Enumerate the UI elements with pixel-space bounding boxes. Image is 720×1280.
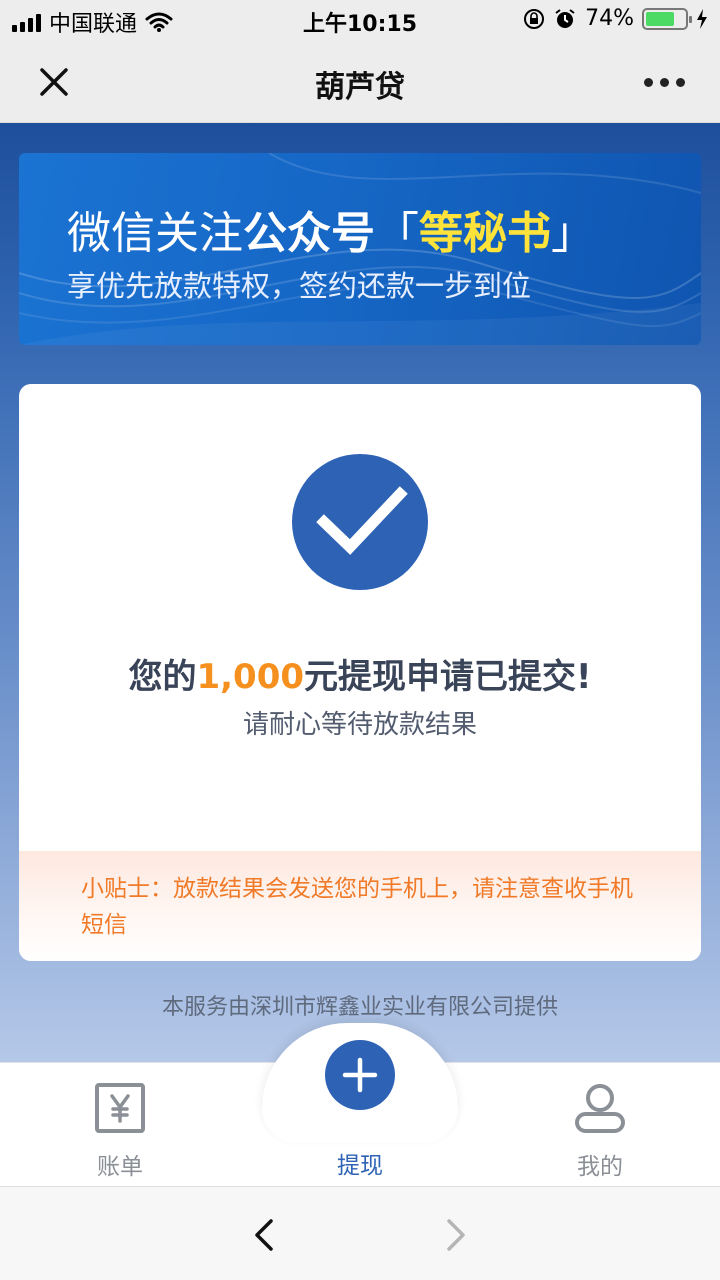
page-title: 葫芦贷 [315, 70, 405, 105]
status-right: 74% [523, 6, 708, 31]
banner-subline: 享优先放款特权，签约还款一步到位 [67, 269, 532, 303]
service-provider-credit: 本服务由深圳市辉鑫业实业有限公司提供 [161, 995, 558, 1020]
screen: 中国联通 上午10:15 74% 葫芦贷 微信关注公众号「等秘书」 享优先放款特… [0, 0, 720, 1280]
user-icon [575, 1084, 625, 1133]
battery-percent: 74% [585, 6, 634, 31]
tip-box: 小贴士：放款结果会发送您的手机上，请注意查收手机短信 [19, 851, 701, 961]
result-title-prefix: 您的 [128, 657, 197, 697]
tab-withdraw[interactable]: 提现 [290, 1040, 430, 1186]
bill-yen-icon [95, 1083, 145, 1133]
withdraw-amount: 1,000 [196, 657, 305, 697]
success-check-icon [292, 454, 428, 590]
banner-bracket-open: 「 [375, 208, 419, 259]
nav-bar: 葫芦贷 [0, 40, 720, 123]
result-card: 您的1,000元提现申请已提交! 请耐心等待放款结果 小贴士：放款结果会发送您的… [19, 384, 701, 961]
rotation-lock-icon [524, 8, 545, 29]
tab-mine[interactable]: 我的 [530, 1063, 670, 1187]
banner-bracket-close: 」 [551, 208, 595, 259]
banner-account-name: 等秘书 [419, 208, 551, 259]
banner-prefix: 微信关注 [67, 208, 243, 259]
browser-toolbar [0, 1186, 720, 1280]
battery-icon [642, 7, 692, 30]
status-bar: 中国联通 上午10:15 74% [0, 0, 720, 40]
more-dots-icon[interactable] [644, 70, 692, 94]
tab-bills-label: 账单 [97, 1154, 143, 1180]
alarm-icon [555, 8, 575, 28]
tab-withdraw-label: 提现 [337, 1153, 383, 1179]
promo-banner[interactable]: 微信关注公众号「等秘书」 享优先放款特权，签约还款一步到位 [19, 153, 701, 345]
charging-icon [697, 8, 707, 29]
tab-mine-label: 我的 [577, 1154, 623, 1180]
banner-bold: 公众号 [243, 208, 375, 259]
plus-circle-icon [325, 1040, 395, 1110]
main-content: 微信关注公众号「等秘书」 享优先放款特权，签约还款一步到位 您的1,000元提现… [0, 123, 720, 1063]
tab-bills[interactable]: 账单 [50, 1063, 190, 1187]
banner-headline: 微信关注公众号「等秘书」 [67, 197, 595, 261]
result-title: 您的1,000元提现申请已提交! [19, 649, 701, 698]
result-title-suffix: 元提现申请已提交! [304, 657, 592, 697]
tip-text: 小贴士：放款结果会发送您的手机上，请注意查收手机短信 [81, 876, 633, 938]
back-arrow-icon[interactable] [245, 1215, 285, 1255]
forward-arrow-icon[interactable] [435, 1215, 475, 1255]
result-subtitle: 请耐心等待放款结果 [242, 710, 477, 740]
